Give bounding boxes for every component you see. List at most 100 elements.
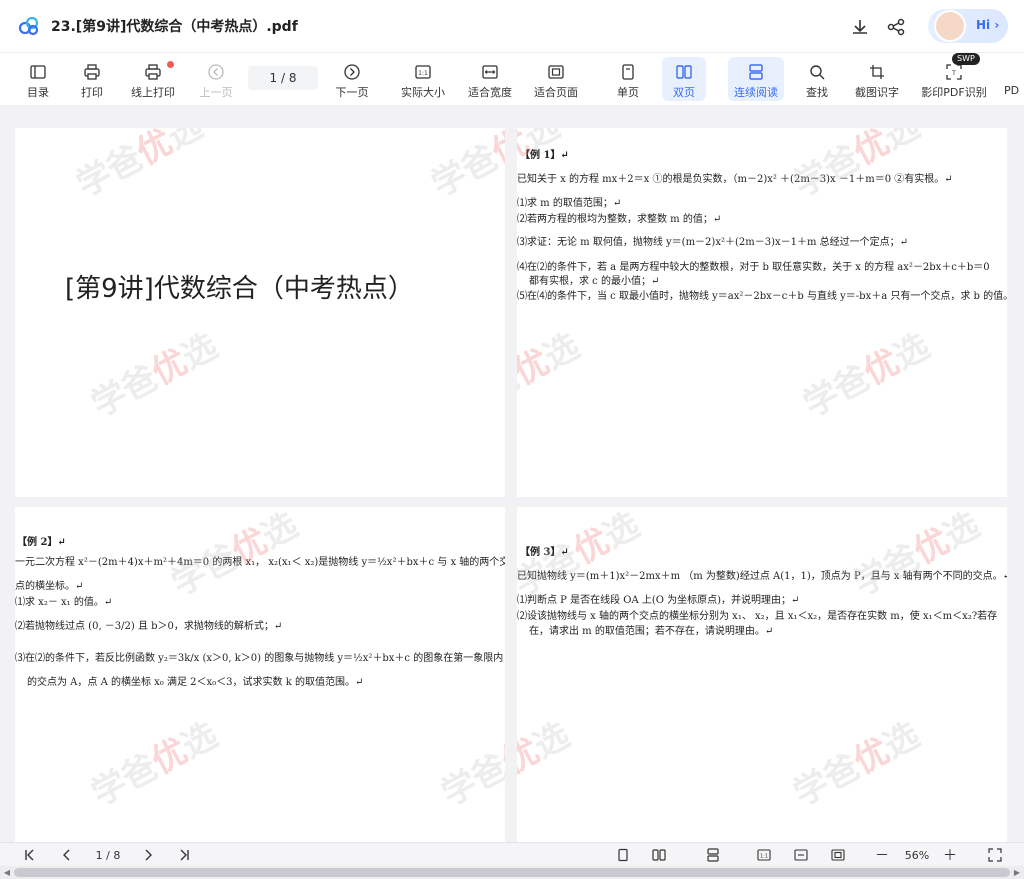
- horizontal-scroll-thumb[interactable]: [14, 868, 1010, 877]
- zoom-in-button[interactable]: ＋: [942, 847, 958, 864]
- example-line: ⑵若两方程的根均为整数，求整数 m 的值；↵: [517, 214, 722, 225]
- page-number-input[interactable]: 1 / 8: [248, 66, 318, 90]
- svg-text:T: T: [951, 70, 956, 77]
- watermark: 学爸优选: [517, 715, 577, 783]
- zoom-level[interactable]: 56%: [900, 847, 934, 863]
- horizontal-scrollbar[interactable]: ◀ ▶: [0, 866, 1024, 879]
- screenshot-ocr-label: 截图识字: [855, 86, 899, 99]
- example-line: 在，请求出 m 的取值范围；若不存在，请说明理由。↵: [529, 626, 774, 637]
- first-page-button[interactable]: [22, 847, 38, 863]
- double-page-button[interactable]: 双页: [662, 57, 706, 101]
- example-line: 点的横坐标。↵: [15, 581, 84, 592]
- prev-page-label: 上一页: [199, 86, 233, 99]
- prev-page-small-button[interactable]: [59, 847, 75, 863]
- first-page-icon: [25, 849, 34, 861]
- online-print-label: 线上打印: [131, 86, 175, 99]
- notification-dot: [167, 61, 174, 68]
- fit-page-icon: [831, 849, 845, 861]
- document-viewer[interactable]: [第9讲]代数综合（中考热点） 学爸优选 学爸优选 学爸优选 【例 1】↵ 已知…: [0, 105, 1024, 842]
- single-page-button[interactable]: 单页: [611, 57, 645, 101]
- chevron-left-icon: [63, 849, 70, 861]
- status-continuous-button[interactable]: [704, 847, 722, 863]
- watermark: 学爸优选: [425, 128, 505, 206]
- status-page-indicator[interactable]: 1 / 8: [88, 847, 128, 863]
- single-page-label: 单页: [617, 86, 639, 99]
- watermark: 学爸优选: [435, 730, 505, 815]
- page-example-3: 【例 3】↵ 已知抛物线 y＝(m＋1)x²－2mx＋m （m 为整数)经过点 …: [517, 507, 1007, 842]
- more-tool-label: PD: [1004, 84, 1020, 97]
- status-fit-page-button[interactable]: [829, 847, 847, 863]
- fit-page-icon: [548, 65, 564, 79]
- example-line: 都有实根，求 c 的最小值；↵: [529, 276, 660, 287]
- page-example-1: 【例 1】↵ 已知关于 x 的方程 mx＋2＝x ①的根是负实数，（m－2)x²…: [517, 128, 1007, 497]
- watermark: 学爸优选: [797, 326, 937, 426]
- pdf-scan-icon: T: [946, 64, 962, 80]
- fit-width-icon: [482, 65, 498, 79]
- example-heading: 【例 2】↵: [17, 537, 66, 548]
- online-printer-icon: [145, 64, 161, 80]
- example-line: ⑶求证：无论 m 取何值，抛物线 y＝(m－2)x²＋(2m－3)x－1＋m 总…: [517, 237, 909, 248]
- document-title: 23.[第9讲]代数综合（中考热点）.pdf: [51, 19, 298, 35]
- toc-label: 目录: [27, 86, 49, 99]
- double-page-icon: [676, 65, 692, 79]
- app-logo-icon: [18, 16, 39, 36]
- page-cover: [第9讲]代数综合（中考热点） 学爸优选 学爸优选 学爸优选: [15, 128, 505, 497]
- fullscreen-button[interactable]: [987, 847, 1003, 863]
- assistant-badge[interactable]: Hi ›: [928, 9, 1008, 43]
- watermark: 学爸优选: [85, 715, 225, 815]
- prev-page-button[interactable]: 上一页: [196, 57, 236, 101]
- find-button[interactable]: 查找: [801, 57, 833, 101]
- example-line: 已知抛物线 y＝(m＋1)x²－2mx＋m （m 为整数)经过点 A(1，1)，…: [517, 571, 1007, 582]
- single-page-icon: [618, 848, 628, 862]
- fit-width-label: 适合宽度: [468, 86, 512, 99]
- fit-page-button[interactable]: 适合页面: [531, 57, 581, 101]
- print-button[interactable]: 打印: [76, 57, 108, 101]
- example-line: ⑵若抛物线过点 (0, －3/2) 且 b＞0，求抛物线的解析式；↵: [15, 621, 283, 632]
- svg-text:1:1: 1:1: [760, 854, 768, 860]
- example-line: ⑷在⑵的条件下，若 a 是两方程中较大的整数根，对于 b 取任意实数，关于 x …: [517, 262, 990, 273]
- next-page-button[interactable]: 下一页: [332, 57, 372, 101]
- continuous-reading-label: 连续阅读: [734, 86, 778, 99]
- find-label: 查找: [806, 86, 828, 99]
- single-page-icon: [622, 64, 634, 80]
- fit-page-label: 适合页面: [534, 86, 578, 99]
- example-line: ⑸在⑷的条件下，当 c 取最小值时，抛物线 y＝ax²－2bx－c＋b 与直线 …: [517, 291, 1007, 302]
- assistant-avatar: [934, 10, 966, 42]
- download-icon[interactable]: [850, 17, 870, 37]
- watermark: 学爸优选: [85, 326, 225, 426]
- chevron-right-icon: [145, 849, 152, 861]
- example-line: 的交点为 A，点 A 的横坐标 x₀ 满足 2＜x₀＜3，试求实数 k 的取值范…: [27, 677, 364, 688]
- zoom-out-button[interactable]: －: [874, 847, 890, 864]
- title-bar: 23.[第9讲]代数综合（中考热点）.pdf Hi ›: [0, 0, 1024, 52]
- example-line: 已知关于 x 的方程 mx＋2＝x ①的根是负实数，（m－2)x² ＋(2m－3…: [517, 174, 953, 185]
- fullscreen-icon: [988, 848, 1002, 862]
- fit-width-button[interactable]: 适合宽度: [465, 57, 515, 101]
- example-line: ⑶在⑵的条件下，若反比例函数 y₂＝3k/x (x＞0, k＞0) 的图象与抛物…: [15, 653, 504, 664]
- double-page-label: 双页: [673, 86, 695, 99]
- print-label: 打印: [81, 86, 103, 99]
- main-toolbar: 目录 打印 线上打印 上一页 下一页 1:1 实际大小 适合宽度 适合页面 单页…: [0, 52, 1024, 106]
- bottom-status-bar: 1 / 8 1:1 － 56% ＋: [0, 842, 1024, 867]
- scroll-right-arrow-icon[interactable]: ▶: [1012, 868, 1022, 877]
- continuous-reading-button[interactable]: 连续阅读: [728, 57, 784, 101]
- scroll-left-arrow-icon[interactable]: ◀: [2, 868, 12, 877]
- status-single-page-button[interactable]: [615, 847, 631, 863]
- search-icon: [810, 65, 825, 80]
- last-page-button[interactable]: [176, 847, 192, 863]
- more-tool-button[interactable]: PD: [1004, 57, 1024, 101]
- status-actual-size-button[interactable]: 1:1: [755, 847, 773, 863]
- actual-size-button[interactable]: 1:1 实际大小: [398, 57, 448, 101]
- example-heading: 【例 3】↵: [520, 547, 569, 558]
- continuous-reading-icon: [707, 848, 719, 862]
- share-icon[interactable]: [886, 17, 906, 37]
- toc-button[interactable]: 目录: [22, 57, 54, 101]
- screenshot-ocr-button[interactable]: 截图识字: [853, 57, 901, 101]
- example-line: 一元二次方程 x²－(2m＋4)x＋m²＋4m＝0 的两根 x₁， x₂(x₁＜…: [15, 557, 505, 568]
- example-line: ⑴判断点 P 是否在线段 OA 上(O 为坐标原点)，并说明理由；↵: [517, 595, 800, 606]
- watermark: 学爸优选: [70, 128, 210, 206]
- next-page-small-button[interactable]: [140, 847, 156, 863]
- status-fit-width-button[interactable]: [792, 847, 810, 863]
- status-double-page-button[interactable]: [650, 847, 668, 863]
- example-heading: 【例 1】↵: [520, 150, 569, 161]
- next-page-label: 下一页: [335, 86, 369, 99]
